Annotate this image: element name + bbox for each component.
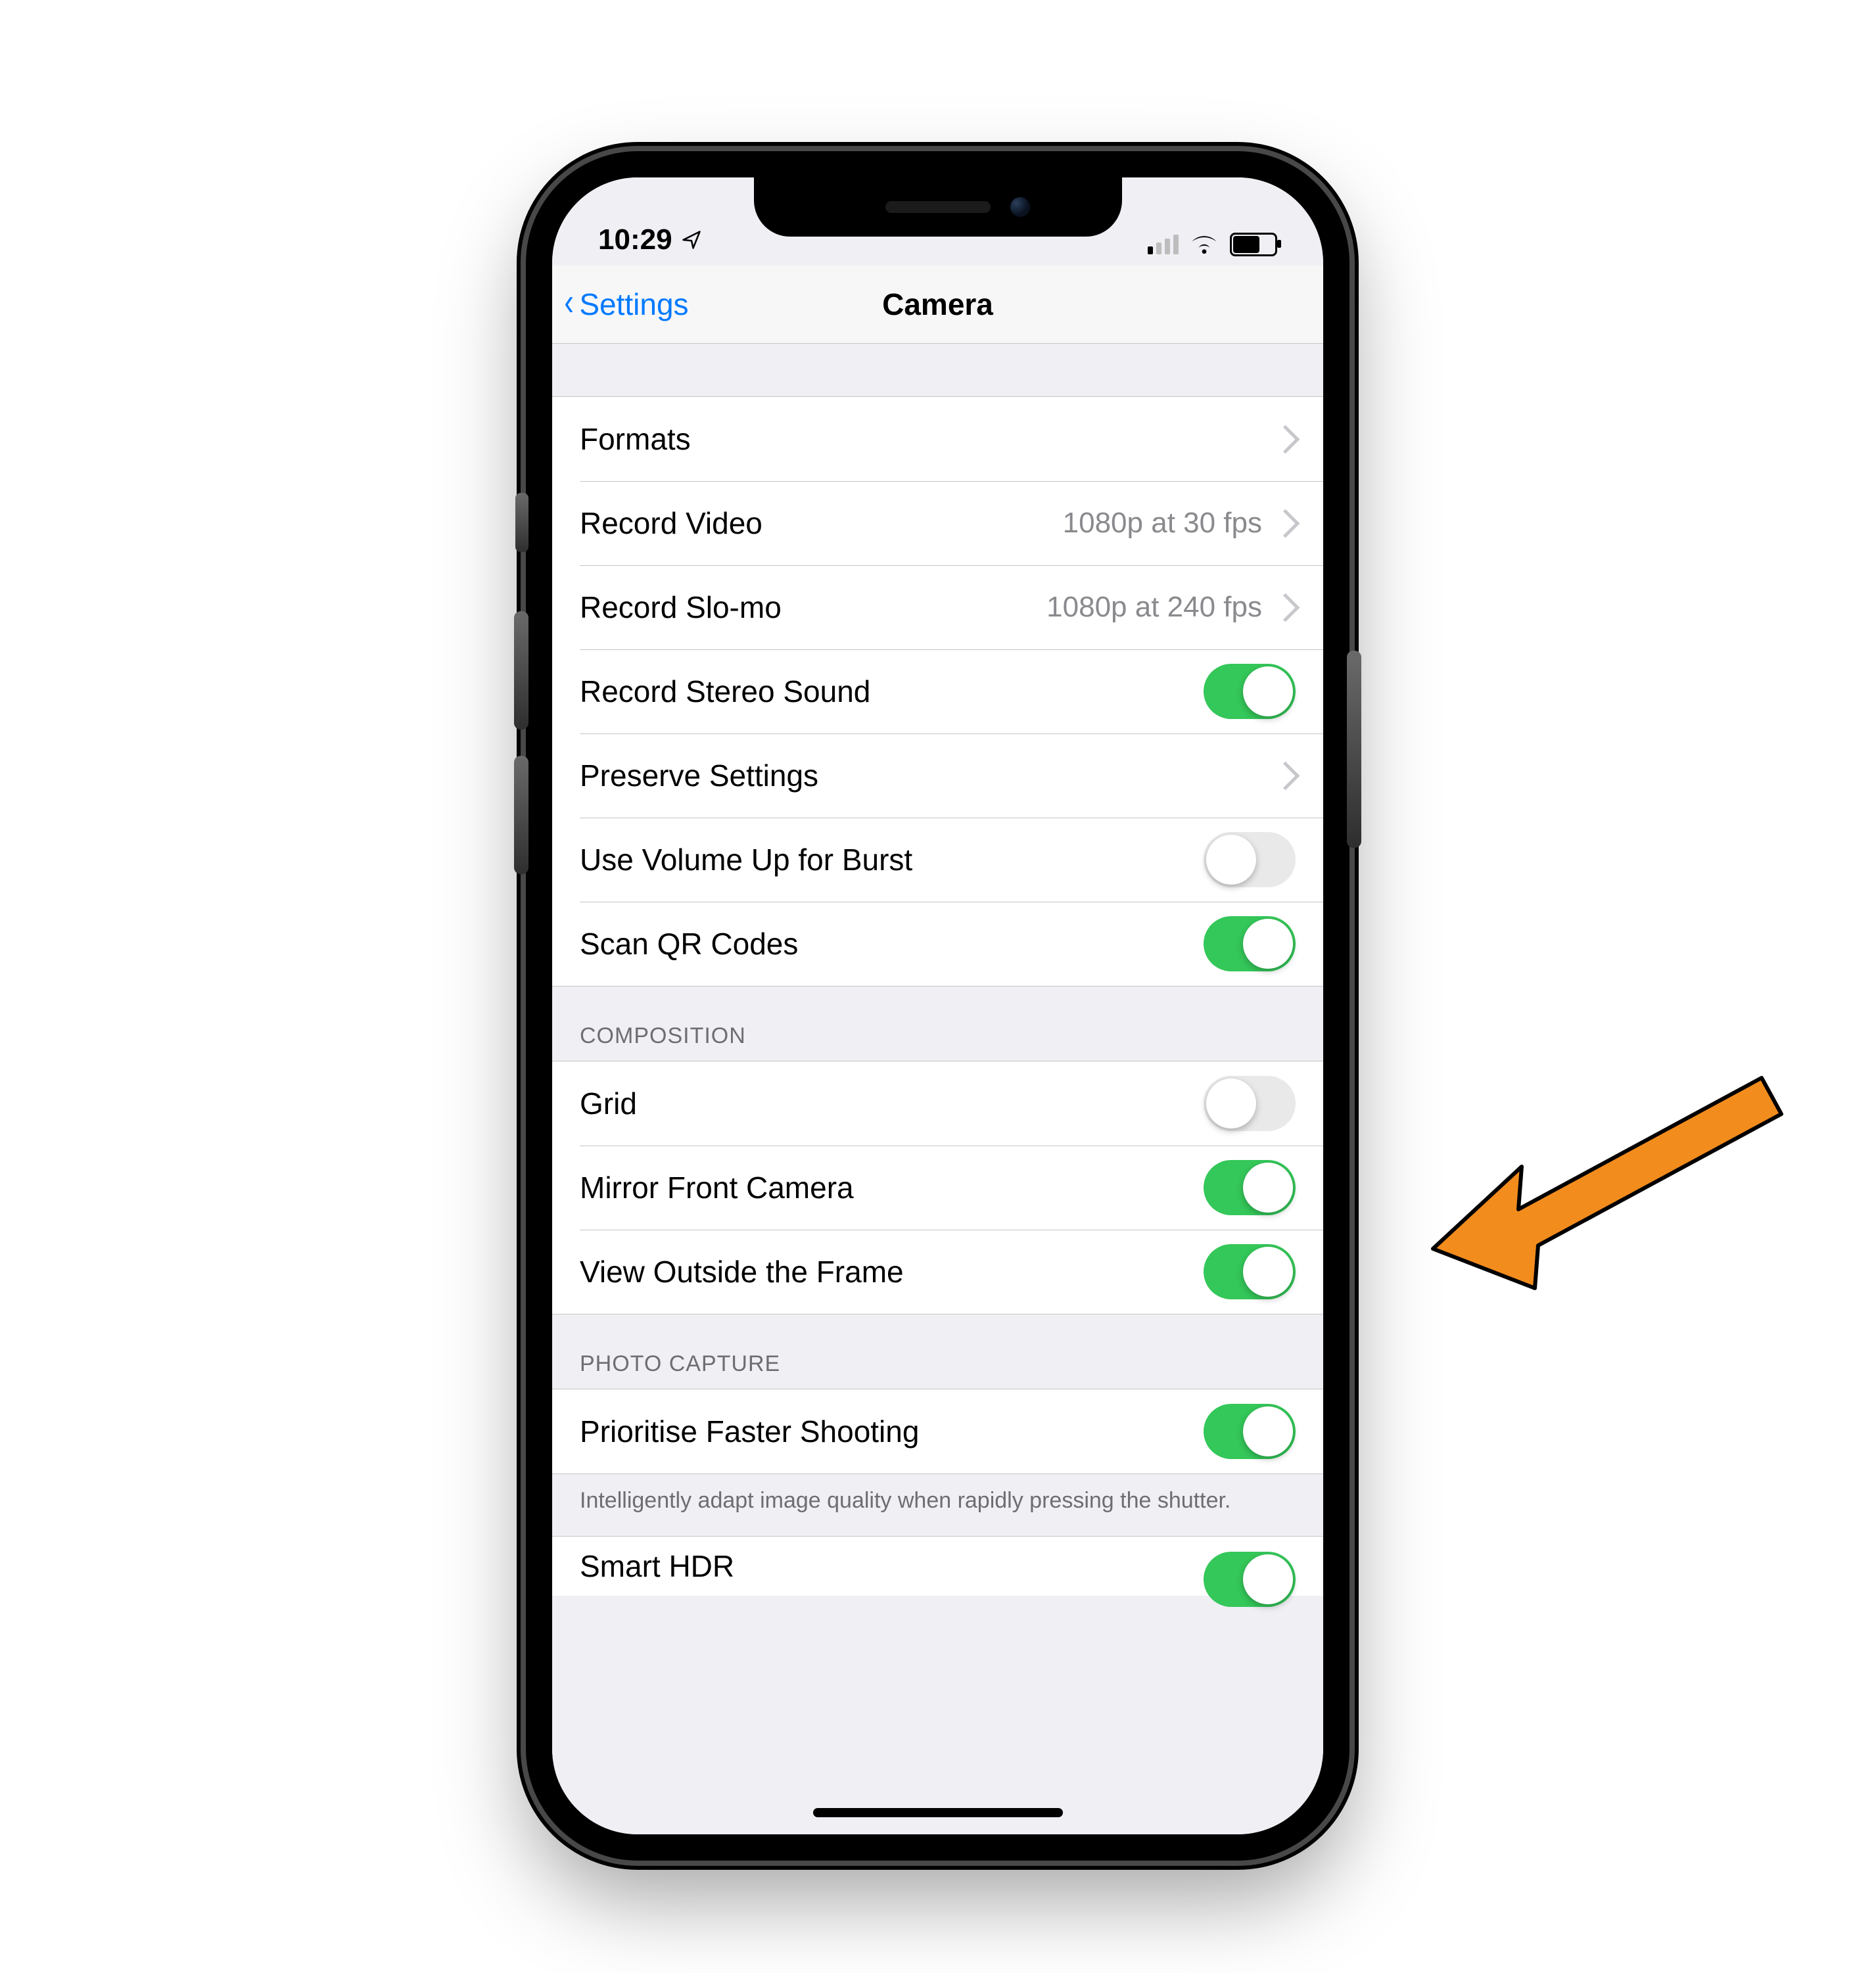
back-button-label: Settings bbox=[579, 287, 688, 322]
nav-bar: ‹ Settings Camera bbox=[552, 266, 1323, 344]
section-header-photo-capture: PHOTO CAPTURE bbox=[552, 1314, 1323, 1389]
row-label: View Outside the Frame bbox=[580, 1254, 1204, 1289]
volume-up-button[interactable] bbox=[514, 611, 528, 730]
settings-scroll[interactable]: Formats Record Video 1080p at 30 fps Rec… bbox=[552, 334, 1323, 1834]
cellular-signal-icon bbox=[1148, 235, 1179, 254]
front-camera-icon bbox=[1010, 197, 1030, 217]
mute-switch[interactable] bbox=[515, 493, 528, 552]
chevron-left-icon: ‹ bbox=[564, 283, 573, 321]
row-label: Formats bbox=[580, 421, 1275, 457]
toggle-prioritise-faster-shooting[interactable] bbox=[1204, 1404, 1296, 1459]
toggle-view-outside-frame[interactable] bbox=[1204, 1244, 1296, 1299]
group-composition: Grid Mirror Front Camera View Outside th… bbox=[552, 1061, 1323, 1314]
row-detail: 1080p at 30 fps bbox=[1063, 507, 1262, 540]
group-general: Formats Record Video 1080p at 30 fps Rec… bbox=[552, 396, 1323, 986]
row-formats[interactable]: Formats bbox=[552, 397, 1323, 481]
device-frame: 10:29 ‹ Settings bbox=[526, 151, 1349, 1861]
row-grid: Grid bbox=[552, 1061, 1323, 1146]
annotation-arrow-icon bbox=[1394, 1052, 1801, 1360]
row-label: Scan QR Codes bbox=[580, 926, 1204, 962]
toggle-smart-hdr[interactable] bbox=[1204, 1552, 1296, 1607]
chevron-right-icon bbox=[1271, 593, 1300, 622]
back-button[interactable]: ‹ Settings bbox=[563, 266, 689, 343]
notch bbox=[754, 177, 1122, 237]
chevron-right-icon bbox=[1271, 509, 1300, 538]
screen: 10:29 ‹ Settings bbox=[552, 177, 1323, 1834]
status-time: 10:29 bbox=[598, 223, 672, 256]
side-button[interactable] bbox=[1347, 651, 1361, 848]
row-record-video[interactable]: Record Video 1080p at 30 fps bbox=[552, 481, 1323, 565]
row-smart-hdr: Smart HDR bbox=[552, 1536, 1323, 1596]
battery-icon bbox=[1230, 233, 1277, 256]
toggle-mirror-front-camera[interactable] bbox=[1204, 1160, 1296, 1215]
row-label: Use Volume Up for Burst bbox=[580, 842, 1204, 877]
row-prioritise-faster-shooting: Prioritise Faster Shooting bbox=[552, 1389, 1323, 1474]
toggle-stereo-sound[interactable] bbox=[1204, 664, 1296, 719]
volume-down-button[interactable] bbox=[514, 756, 528, 874]
chevron-right-icon bbox=[1271, 761, 1300, 790]
row-label: Prioritise Faster Shooting bbox=[580, 1414, 1204, 1449]
toggle-volume-up-burst[interactable] bbox=[1204, 832, 1296, 887]
group-photo-capture: Prioritise Faster Shooting bbox=[552, 1389, 1323, 1474]
row-label: Mirror Front Camera bbox=[580, 1170, 1204, 1205]
row-label: Record Slo-mo bbox=[580, 590, 1046, 625]
section-footer-photo-capture: Intelligently adapt image quality when r… bbox=[552, 1474, 1323, 1536]
chevron-right-icon bbox=[1271, 425, 1300, 453]
row-mirror-front-camera: Mirror Front Camera bbox=[552, 1146, 1323, 1230]
row-detail: 1080p at 240 fps bbox=[1046, 591, 1262, 624]
row-label: Preserve Settings bbox=[580, 758, 1275, 793]
row-record-slomo[interactable]: Record Slo-mo 1080p at 240 fps bbox=[552, 565, 1323, 649]
row-view-outside-frame: View Outside the Frame bbox=[552, 1230, 1323, 1314]
row-label: Record Video bbox=[580, 505, 1063, 541]
row-label: Grid bbox=[580, 1086, 1204, 1121]
row-stereo-sound: Record Stereo Sound bbox=[552, 649, 1323, 733]
row-volume-up-burst: Use Volume Up for Burst bbox=[552, 818, 1323, 902]
toggle-scan-qr[interactable] bbox=[1204, 916, 1296, 971]
home-indicator[interactable] bbox=[813, 1808, 1063, 1817]
section-header-composition: COMPOSITION bbox=[552, 986, 1323, 1061]
row-scan-qr: Scan QR Codes bbox=[552, 902, 1323, 986]
earpiece-speaker bbox=[885, 201, 991, 213]
row-label: Record Stereo Sound bbox=[580, 674, 1204, 709]
wifi-icon bbox=[1190, 234, 1218, 255]
row-label: Smart HDR bbox=[580, 1548, 1204, 1584]
location-arrow-icon bbox=[682, 230, 701, 250]
toggle-grid[interactable] bbox=[1204, 1076, 1296, 1131]
row-preserve-settings[interactable]: Preserve Settings bbox=[552, 733, 1323, 818]
